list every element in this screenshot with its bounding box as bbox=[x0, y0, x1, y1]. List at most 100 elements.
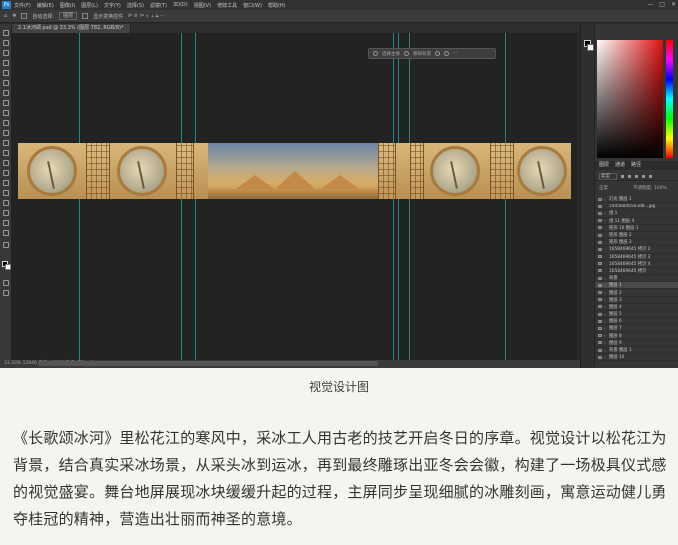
visibility-eye-icon[interactable] bbox=[598, 341, 602, 345]
frame-tool-icon[interactable] bbox=[3, 80, 9, 86]
visibility-eye-icon[interactable] bbox=[598, 355, 602, 359]
layer-row-selected[interactable]: › 图层 1 bbox=[595, 282, 678, 290]
visibility-eye-icon[interactable] bbox=[598, 262, 602, 266]
expand-arrow-icon[interactable]: › bbox=[604, 211, 607, 216]
expand-arrow-icon[interactable]: › bbox=[604, 290, 607, 295]
minimize-button[interactable]: — bbox=[647, 0, 653, 10]
layer-row[interactable]: › 图层 6 bbox=[595, 318, 678, 326]
layer-row[interactable]: › 组 1 bbox=[595, 210, 678, 218]
filter-kind-dropdown[interactable]: 类型 bbox=[599, 173, 617, 180]
document-tab[interactable]: 2.1冰河颂.psd @ 33.3% (图层 782, RGB/8)* bbox=[12, 24, 131, 33]
menu-view[interactable]: 视图(V) bbox=[194, 2, 211, 9]
visibility-eye-icon[interactable] bbox=[598, 211, 602, 215]
expand-arrow-icon[interactable]: › bbox=[604, 319, 607, 324]
expand-arrow-icon[interactable]: › bbox=[604, 333, 607, 338]
expand-arrow-icon[interactable]: › bbox=[604, 218, 607, 223]
hand-tool-icon[interactable] bbox=[3, 220, 9, 226]
document-canvas[interactable]: 选择主体 移除背景 ··· bbox=[12, 33, 577, 360]
opacity-field[interactable]: 不透明度: 100% bbox=[633, 184, 667, 193]
background-color-swatch[interactable] bbox=[5, 264, 11, 270]
close-button[interactable]: ✕ bbox=[671, 0, 676, 10]
screen-mode-icon[interactable] bbox=[3, 290, 9, 296]
layer-row[interactable]: 1658469645 拷贝 bbox=[595, 268, 678, 276]
expand-arrow-icon[interactable]: › bbox=[604, 312, 607, 317]
maximize-button[interactable]: □ bbox=[659, 0, 665, 10]
visibility-eye-icon[interactable] bbox=[598, 247, 602, 251]
expand-arrow-icon[interactable]: › bbox=[604, 283, 607, 288]
menu-3d[interactable]: 3D(D) bbox=[173, 2, 188, 8]
menu-layer[interactable]: 图层(L) bbox=[81, 2, 98, 9]
crop-tool-icon[interactable] bbox=[3, 70, 9, 76]
layer-row[interactable]: 1658469645 拷贝 3 bbox=[595, 254, 678, 261]
visibility-eye-icon[interactable] bbox=[598, 326, 602, 330]
healing-tool-icon[interactable] bbox=[3, 100, 9, 106]
layer-row[interactable]: › 图层 4 bbox=[595, 304, 678, 311]
layer-row[interactable]: › 图层 10 bbox=[595, 354, 678, 362]
lasso-tool-icon[interactable] bbox=[3, 50, 9, 56]
layer-row[interactable]: › 图层 9 bbox=[595, 340, 678, 347]
menu-type[interactable]: 文字(Y) bbox=[104, 2, 121, 9]
menu-file[interactable]: 文件(F) bbox=[14, 2, 31, 9]
stamp-tool-icon[interactable] bbox=[3, 120, 9, 126]
layer-row[interactable]: 1658469645 拷贝 4 bbox=[595, 261, 678, 268]
gradient-tool-icon[interactable] bbox=[3, 150, 9, 156]
filter-icons[interactable] bbox=[621, 175, 652, 178]
layer-row[interactable]: 矩形 图层 3 bbox=[595, 239, 678, 247]
visibility-eye-icon[interactable] bbox=[598, 312, 602, 316]
visibility-eye-icon[interactable] bbox=[598, 269, 602, 273]
expand-arrow-icon[interactable]: › bbox=[604, 304, 607, 309]
zoom-tool-icon[interactable] bbox=[3, 230, 9, 236]
menu-window[interactable]: 窗口(W) bbox=[243, 2, 262, 9]
menu-image[interactable]: 图像(I) bbox=[60, 2, 75, 9]
expand-arrow-icon[interactable]: › bbox=[604, 276, 607, 281]
quick-select-tool-icon[interactable] bbox=[3, 60, 9, 66]
layer-row[interactable]: › 背景 bbox=[595, 275, 678, 283]
menu-edit[interactable]: 编辑(E) bbox=[37, 2, 54, 9]
layer-row[interactable]: › 图层 8 bbox=[595, 333, 678, 340]
visibility-eye-icon[interactable] bbox=[598, 305, 602, 309]
visibility-eye-icon[interactable] bbox=[598, 226, 602, 230]
expand-arrow-icon[interactable]: › bbox=[604, 326, 607, 331]
transform-controls-checkbox[interactable] bbox=[82, 13, 89, 19]
menu-select[interactable]: 选择(S) bbox=[127, 2, 144, 9]
blur-tool-icon[interactable] bbox=[3, 160, 9, 166]
expand-arrow-icon[interactable]: › bbox=[604, 340, 607, 345]
type-tool-icon[interactable] bbox=[3, 190, 9, 196]
expand-arrow-icon[interactable]: › bbox=[604, 297, 607, 302]
visibility-eye-icon[interactable] bbox=[598, 240, 602, 244]
menu-help[interactable]: 帮助(H) bbox=[268, 2, 286, 9]
visibility-eye-icon[interactable] bbox=[598, 233, 602, 237]
marquee-tool-icon[interactable] bbox=[3, 40, 9, 46]
brush-tool-icon[interactable] bbox=[3, 110, 9, 116]
expand-arrow-icon[interactable]: › bbox=[604, 348, 607, 353]
layer-row[interactable]: 54456846563d8...jpg bbox=[595, 203, 678, 211]
mask-icon[interactable] bbox=[435, 51, 440, 56]
select-subject-button[interactable]: 选择主体 bbox=[382, 51, 400, 57]
layer-row[interactable]: 矩形 16 图层 1 bbox=[595, 225, 678, 232]
visibility-eye-icon[interactable] bbox=[598, 276, 602, 280]
more-tools-icon[interactable] bbox=[3, 242, 9, 248]
layer-row[interactable]: › 图层 5 bbox=[595, 311, 678, 319]
expand-arrow-icon[interactable]: › bbox=[604, 355, 607, 360]
adjustment-icon[interactable] bbox=[444, 51, 449, 56]
more-options-icon[interactable]: ··· bbox=[453, 51, 457, 56]
background-color-swatch[interactable] bbox=[587, 44, 594, 51]
layer-row[interactable]: › 组 11 图层 4 bbox=[595, 218, 678, 225]
layer-row[interactable]: › 背景 图层 1 bbox=[595, 347, 678, 355]
eyedropper-tool-icon[interactable] bbox=[3, 90, 9, 96]
menu-plugins[interactable]: 增效工具 bbox=[217, 2, 237, 9]
visibility-eye-icon[interactable] bbox=[598, 298, 602, 302]
home-icon[interactable]: ⌂ bbox=[4, 13, 7, 19]
dodge-tool-icon[interactable] bbox=[3, 170, 9, 176]
layer-row[interactable]: 矩形 图层 2 bbox=[595, 232, 678, 240]
visibility-eye-icon[interactable] bbox=[598, 197, 602, 201]
hue-slider[interactable] bbox=[666, 40, 673, 158]
shape-tool-icon[interactable] bbox=[3, 210, 9, 216]
visibility-eye-icon[interactable] bbox=[598, 255, 602, 259]
visibility-eye-icon[interactable] bbox=[598, 283, 602, 287]
tab-channels[interactable]: 通道 bbox=[615, 161, 625, 170]
quick-mask-icon[interactable] bbox=[3, 280, 9, 286]
layer-row[interactable]: › 灯光 图层 1 bbox=[595, 196, 678, 204]
layer-row[interactable]: 1658469645 拷贝 2 bbox=[595, 246, 678, 254]
blend-mode-dropdown[interactable]: 正常 bbox=[599, 184, 608, 193]
